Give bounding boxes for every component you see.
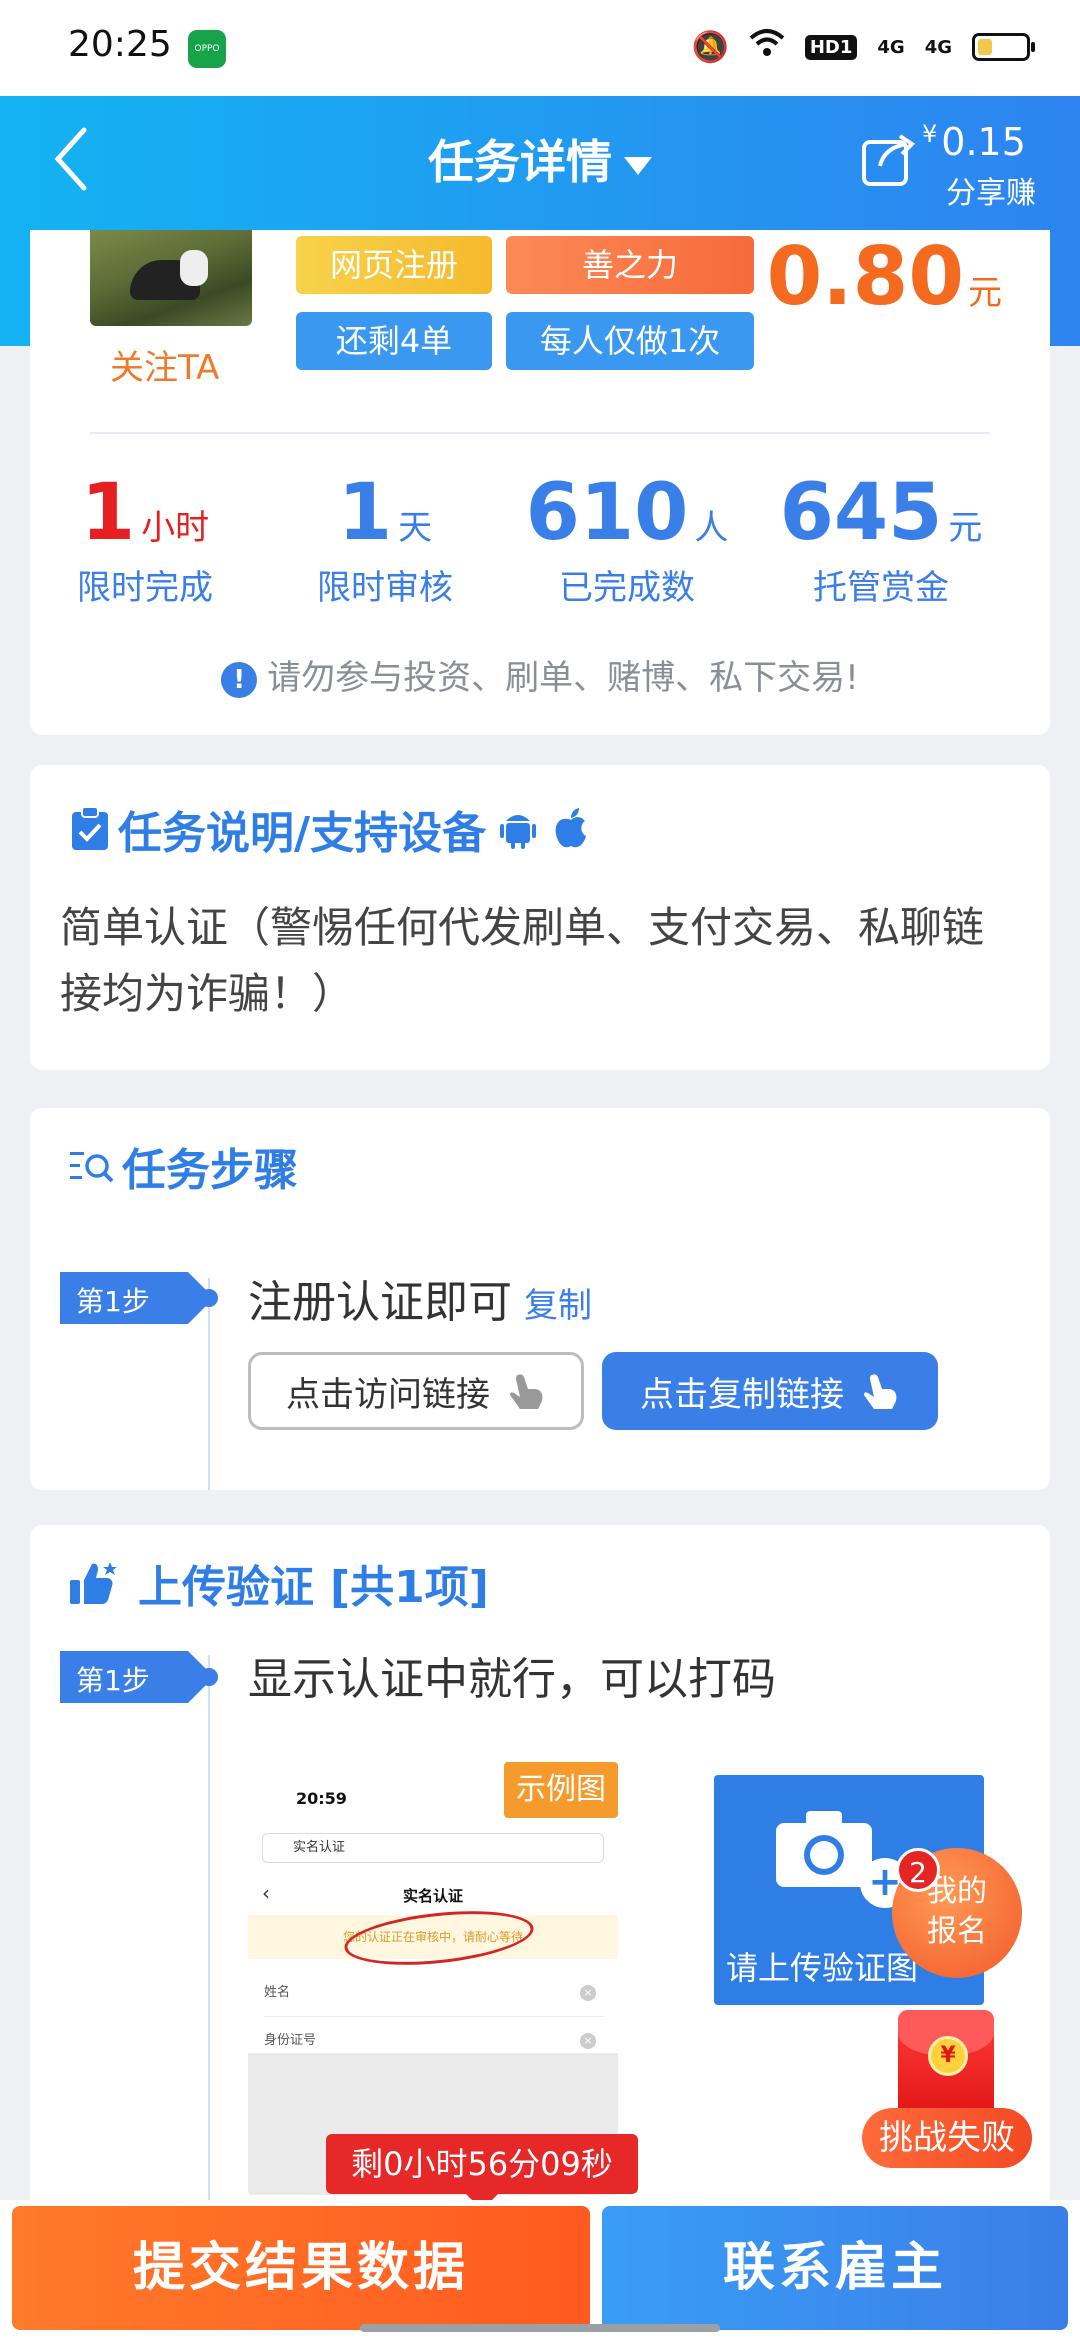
upload-title: 上传验证 [共1项] — [70, 1551, 489, 1615]
copy-link-button[interactable]: 点击复制链接 — [602, 1352, 938, 1430]
tag-limit: 每人仅做1次 — [506, 312, 754, 370]
home-indicator[interactable] — [360, 2324, 720, 2332]
task-summary-card: 关注TA 网页注册 善之力 还剩4单 每人仅做1次 0.80 元 1 小时 限时完成… — [30, 230, 1050, 735]
share-earn-button[interactable]: ¥0.15 分享赚 — [860, 120, 1050, 211]
app-notification-icon: OPPO — [188, 30, 226, 68]
hd-voice-icon: HD1 — [804, 34, 858, 60]
step-badge: 第1步 — [60, 1272, 216, 1324]
task-steps-card: 任务步骤 第1步 注册认证即可 复制 点击访问链接 点击复制链接 — [30, 1108, 1050, 1490]
tag-publisher: 善之力 — [506, 236, 754, 294]
tag-remaining: 还剩4单 — [296, 312, 492, 370]
red-packet-icon[interactable]: ¥ — [898, 2010, 994, 2120]
upload-count: [共1项] — [330, 1562, 489, 1613]
mute-bell-icon: 🔕 — [691, 29, 729, 65]
task-price: 0.80 元 — [766, 230, 1002, 323]
copy-step-link[interactable]: 复制 — [524, 1286, 592, 1326]
upload-step-text: 显示认证中就行，可以打码 — [248, 1654, 776, 1705]
thumbs-up-icon — [70, 1562, 117, 1604]
timeline-dot — [200, 1289, 218, 1307]
caret-down-icon — [624, 156, 652, 175]
apple-icon — [555, 808, 587, 848]
stat-time-limit: 1 小时 限时完成 — [77, 468, 213, 608]
countdown-tooltip: 剩0小时56分09秒 — [326, 2134, 638, 2210]
steps-title: 任务步骤 — [70, 1134, 298, 1198]
exclamation-icon: ! — [221, 661, 258, 698]
stat-bounty: 645 元 托管赏金 — [779, 468, 983, 608]
follow-button[interactable]: 关注TA — [110, 340, 219, 389]
battery-icon — [972, 33, 1035, 61]
example-url-bar: 实名认证 — [262, 1833, 604, 1863]
task-description-card: 任务说明/支持设备 简单认证（警惕任何代发刷单、支付交易、私聊链接均为诈骗！） — [30, 765, 1050, 1070]
visit-link-button[interactable]: 点击访问链接 — [248, 1352, 584, 1430]
android-icon — [500, 815, 537, 849]
example-screenshot[interactable]: 20:59 实名认证 ‹ 实名认证 您的认证正在审核中，请耐心等待 姓名 × 身份… — [248, 1775, 618, 2195]
tap-hand-icon — [510, 1374, 543, 1409]
share-currency: ¥ — [922, 120, 938, 148]
list-search-icon — [70, 1152, 114, 1183]
tap-hand-icon-white — [864, 1374, 897, 1409]
challenge-button[interactable]: 挑战失败 — [862, 2108, 1032, 2168]
contact-employer-button[interactable]: 联系雇主 — [602, 2206, 1068, 2330]
stat-review-limit: 1天 限时审核 — [317, 468, 453, 608]
status-bar: 20:25 OPPO 🔕 HD1 4G 4G — [0, 0, 1080, 96]
share-label: 分享赚 — [946, 176, 1036, 211]
red-circle-mark — [341, 1903, 537, 1973]
page-title: 任务详情 — [428, 135, 612, 189]
publisher-avatar[interactable] — [90, 230, 252, 326]
wifi-icon — [749, 28, 785, 66]
description-text: 简单认证（警惕任何代发刷单、支付交易、私聊链接均为诈骗！） — [60, 903, 985, 1018]
share-amount: 0.15 — [941, 120, 1026, 164]
status-time: 20:25 — [68, 24, 172, 65]
share-icon — [862, 134, 916, 186]
step-text: 注册认证即可 复制 — [248, 1277, 592, 1328]
safety-warning: ! 请勿参与投资、刷单、赌博、私下交易! — [30, 650, 1050, 699]
signup-count-badge: 2 — [896, 1848, 940, 1892]
divider — [90, 432, 990, 434]
submit-result-button[interactable]: 提交结果数据 — [12, 2206, 590, 2330]
step-badge-2: 第1步 — [60, 1651, 216, 1703]
tag-type: 网页注册 — [296, 236, 492, 294]
example-tag: 示例图 — [504, 1762, 618, 1818]
description-title: 任务说明/支持设备 — [70, 797, 598, 861]
signal-4g-icon-2: 4G — [924, 36, 952, 58]
clipboard-check-icon — [72, 806, 108, 850]
signal-4g-icon: 4G — [877, 36, 905, 58]
timeline-dot-2 — [200, 1668, 218, 1686]
bottom-action-bar: 提交结果数据 联系雇主 — [0, 2200, 1080, 2340]
stat-completed: 610 人 已完成数 — [525, 468, 729, 608]
